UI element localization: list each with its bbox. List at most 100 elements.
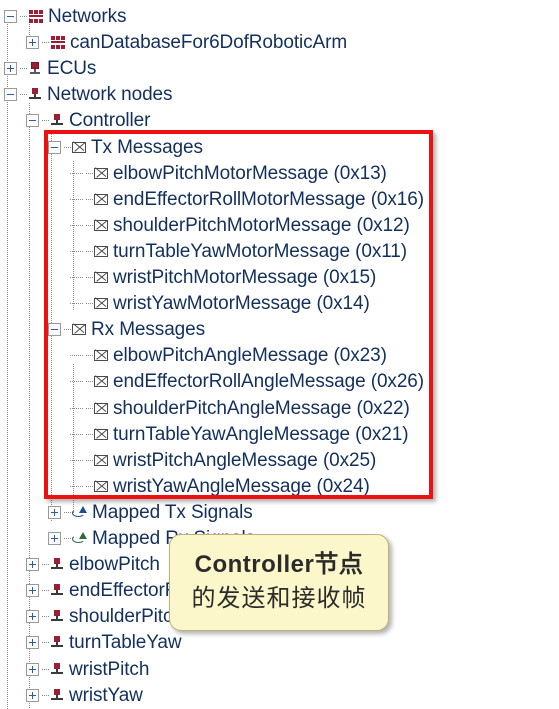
tree-expander-collapse[interactable]: [26, 114, 39, 128]
tree-item[interactable]: endEffectorRollAngleMessage (0x26): [70, 367, 424, 396]
tree-connector: [42, 590, 49, 592]
tree-item-label: wristYawAngleMessage (0x24): [113, 475, 370, 497]
tree-item[interactable]: shoulderPitchMotorMessage (0x12): [70, 211, 410, 240]
tree-item[interactable]: endEffectorRollMotorMessage (0x16): [70, 185, 424, 214]
tree-expander-expand[interactable]: [26, 584, 39, 598]
tree-connector: [86, 224, 93, 226]
tree-connector: [70, 407, 83, 409]
tree-item-label: wristYawMotorMessage (0x14): [113, 293, 370, 315]
tree-connector: [86, 198, 93, 200]
tree-view-panel: Networks canDatabaseFor6DofRoboticArm ECUs…: [0, 0, 559, 709]
tree-item[interactable]: ECUs: [4, 54, 96, 83]
tree-guide-line: [7, 16, 8, 709]
tree-connector: [70, 277, 83, 278]
message-icon: [94, 192, 108, 205]
tree-connector: [64, 538, 71, 539]
tree-connector: [86, 433, 93, 435]
tree-connector: [70, 459, 83, 461]
tree-expander-expand[interactable]: [26, 662, 39, 676]
tree-connector: [42, 668, 49, 670]
message-icon: [72, 140, 86, 153]
tree-connector: [86, 485, 93, 487]
node-icon: [50, 558, 64, 571]
tree-item[interactable]: Mapped Tx Signals: [48, 498, 253, 527]
tree-connector: [20, 16, 27, 17]
tree-item[interactable]: turnTableYawMotorMessage (0x11): [70, 237, 407, 266]
tree-item[interactable]: elbowPitch: [26, 550, 160, 579]
tree-expander-collapse[interactable]: [48, 140, 61, 154]
tree-item[interactable]: wristYawMotorMessage (0x14): [70, 289, 370, 318]
mapped-rx-signal-icon: [72, 532, 87, 545]
tree-item[interactable]: turnTableYawAngleMessage (0x21): [70, 420, 409, 449]
message-icon: [94, 401, 108, 414]
tree-expander-expand[interactable]: [4, 62, 17, 76]
tree-item[interactable]: shoulderPitch: [26, 602, 183, 631]
network-icon: [50, 36, 65, 50]
tree-item[interactable]: canDatabaseFor6DofRoboticArm: [26, 28, 347, 57]
tree-item[interactable]: Controller: [26, 106, 150, 135]
tree-item[interactable]: wristPitchAngleMessage (0x25): [70, 446, 376, 475]
message-icon: [94, 480, 108, 492]
tree-item-label: shoulderPitch: [69, 606, 183, 628]
tree-expander-expand[interactable]: [26, 610, 39, 624]
tree-connector: [64, 146, 71, 148]
tree-connector: [20, 68, 27, 70]
tree-expander-collapse[interactable]: [48, 323, 61, 337]
tree-item-label: elbowPitch: [69, 554, 160, 576]
tree-connector: [86, 172, 93, 174]
node-icon: [50, 662, 64, 676]
tree-expander-expand[interactable]: [48, 532, 61, 545]
tree-connector: [42, 42, 49, 44]
tree-item-label: turnTableYawMotorMessage (0x11): [113, 240, 407, 262]
tree-connector: [70, 303, 83, 305]
tree-item[interactable]: elbowPitchAngleMessage (0x23): [70, 341, 387, 370]
tree-item[interactable]: elbowPitchMotorMessage (0x13): [70, 159, 387, 188]
message-icon: [94, 245, 108, 257]
tree-item[interactable]: turnTableYaw: [26, 628, 182, 657]
mapped-tx-signal-icon: [72, 505, 87, 519]
tree-connector: [86, 381, 93, 383]
tree-item-label: Mapped Tx Signals: [92, 501, 253, 523]
tree-item-label: canDatabaseFor6DofRoboticArm: [70, 32, 348, 54]
tree-item[interactable]: Tx Messages: [48, 133, 203, 162]
tree-item-label: shoulderPitchMotorMessage (0x12): [113, 214, 410, 236]
tree-item-label: Controller: [69, 110, 151, 132]
tree-item-label: turnTableYawAngleMessage (0x21): [113, 423, 409, 445]
tree-item[interactable]: wristPitchMotorMessage (0x15): [70, 263, 376, 292]
tree-item[interactable]: wristPitch: [26, 655, 149, 684]
tree-connector: [86, 250, 93, 252]
annotation-callout: Controller节点 的发送和接收帧: [169, 534, 389, 631]
tree-item-label: shoulderPitchAngleMessage (0x22): [113, 397, 410, 419]
tree-item[interactable]: Network nodes: [4, 80, 173, 109]
tree-expander-expand[interactable]: [26, 36, 39, 50]
tree-expander-expand[interactable]: [26, 558, 39, 572]
tree-connector: [86, 407, 93, 409]
tree-expander-expand[interactable]: [26, 688, 39, 702]
tree-connector: [42, 120, 49, 122]
tree-item-label: wristPitchMotorMessage (0x15): [113, 267, 377, 288]
tree-expander-collapse[interactable]: [4, 10, 17, 23]
tree-connector: [70, 172, 83, 174]
tree-connector: [70, 485, 83, 487]
tree-expander-collapse[interactable]: [4, 88, 17, 102]
tree-item[interactable]: shoulderPitchAngleMessage (0x22): [70, 394, 410, 423]
tree-expander-expand[interactable]: [26, 636, 39, 650]
tree-item[interactable]: wristYaw: [26, 681, 143, 709]
node-icon: [50, 114, 64, 127]
tree-item[interactable]: wristYawAngleMessage (0x24): [70, 472, 370, 501]
callout-line-1: Controller节点: [194, 550, 364, 578]
tree-connector: [70, 250, 83, 252]
tree-connector: [64, 511, 71, 513]
tree-connector: [42, 694, 49, 696]
tree-connector: [70, 355, 83, 357]
tree-item-label: elbowPitchAngleMessage (0x23): [113, 345, 387, 367]
node-icon: [28, 88, 42, 101]
message-icon: [94, 271, 108, 283]
tree-item-label: wristPitch: [69, 658, 150, 680]
tree-item-label: endEffectorRollAngleMessage (0x26): [113, 371, 424, 393]
tree-connector: [70, 433, 83, 435]
tree-item[interactable]: Networks: [4, 2, 126, 31]
callout-line-2: 的发送和接收帧: [191, 584, 367, 612]
tree-item[interactable]: Rx Messages: [48, 315, 205, 344]
tree-expander-expand[interactable]: [48, 505, 61, 519]
